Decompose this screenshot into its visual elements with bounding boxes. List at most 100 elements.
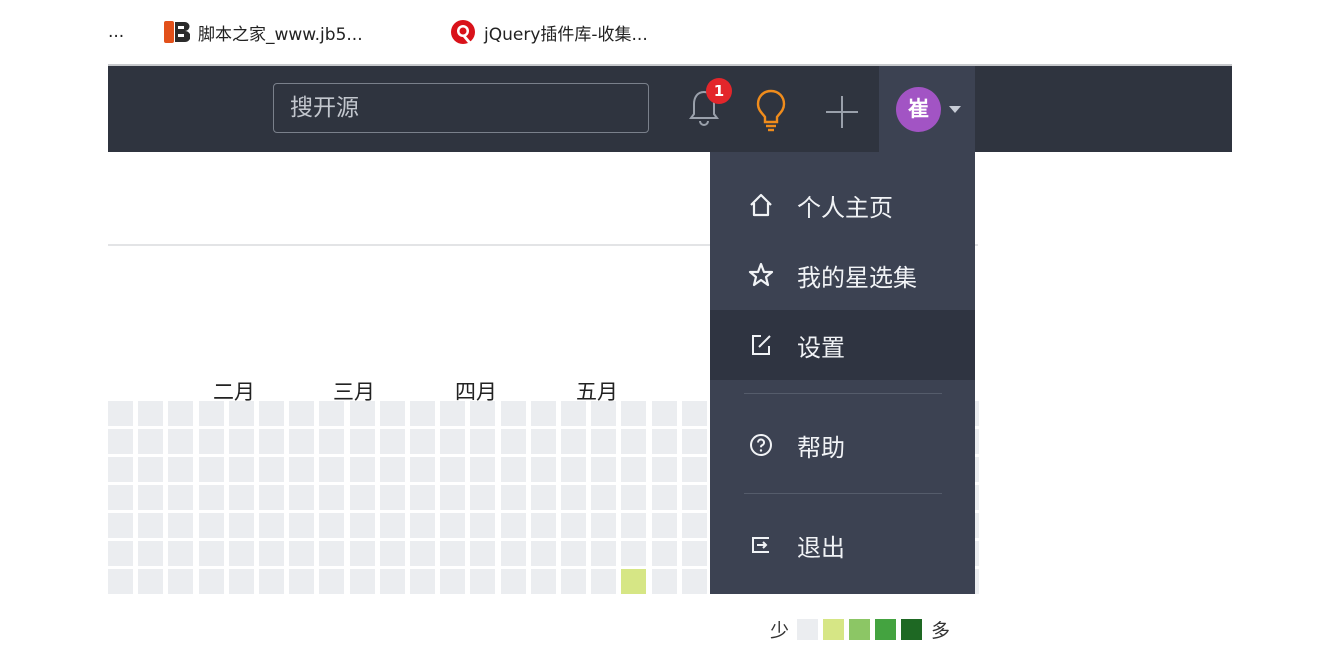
calendar-cell bbox=[621, 513, 646, 538]
caret-down-icon[interactable] bbox=[949, 106, 961, 113]
calendar-cell bbox=[199, 485, 224, 510]
calendar-cell bbox=[380, 485, 405, 510]
menu-item-label: 退出 bbox=[797, 533, 845, 562]
menu-item-starred[interactable]: 我的星选集 bbox=[710, 240, 975, 310]
calendar-cell bbox=[289, 569, 314, 594]
avatar[interactable]: 崔 bbox=[896, 87, 941, 132]
calendar-cell bbox=[289, 401, 314, 426]
lightbulb-icon[interactable] bbox=[754, 88, 788, 132]
calendar-cell bbox=[380, 569, 405, 594]
calendar-cell bbox=[591, 541, 616, 566]
menu-item-label: 个人主页 bbox=[797, 193, 893, 222]
home-icon bbox=[747, 191, 775, 219]
calendar-cell bbox=[199, 429, 224, 454]
bookmark-overflow-label: ... bbox=[108, 22, 125, 42]
calendar-cell bbox=[470, 569, 495, 594]
calendar-cell bbox=[168, 457, 193, 482]
calendar-cell bbox=[440, 513, 465, 538]
calendar-cell bbox=[108, 429, 133, 454]
calendar-cell bbox=[561, 429, 586, 454]
legend-swatch bbox=[901, 618, 923, 640]
calendar-cell bbox=[440, 429, 465, 454]
calendar-cell bbox=[410, 485, 435, 510]
calendar-cell bbox=[501, 457, 526, 482]
calendar-cell bbox=[410, 513, 435, 538]
menu-item-logout[interactable]: 退出 bbox=[710, 510, 975, 580]
calendar-cell bbox=[138, 569, 163, 594]
calendar-cell bbox=[501, 541, 526, 566]
calendar-cell bbox=[380, 457, 405, 482]
calendar-cell bbox=[289, 429, 314, 454]
calendar-cell bbox=[652, 457, 677, 482]
calendar-cell bbox=[561, 569, 586, 594]
menu-item-profile[interactable]: 个人主页 bbox=[710, 170, 975, 240]
star-icon bbox=[747, 261, 775, 289]
calendar-cell bbox=[229, 457, 254, 482]
calendar-cell bbox=[138, 429, 163, 454]
calendar-cell bbox=[259, 401, 284, 426]
calendar-cell bbox=[501, 401, 526, 426]
calendar-cell bbox=[350, 457, 375, 482]
calendar-cell bbox=[168, 569, 193, 594]
calendar-cell bbox=[108, 541, 133, 566]
calendar-cell bbox=[591, 401, 616, 426]
calendar-cell bbox=[621, 485, 646, 510]
calendar-cell bbox=[682, 485, 707, 510]
user-dropdown-menu: 个人主页 我的星选集 设置 帮助 退出 bbox=[710, 152, 975, 594]
calendar-cell bbox=[440, 541, 465, 566]
calendar-cell bbox=[380, 401, 405, 426]
calendar-cell bbox=[591, 569, 616, 594]
calendar-cell bbox=[259, 513, 284, 538]
calendar-cell bbox=[199, 541, 224, 566]
calendar-cell bbox=[470, 485, 495, 510]
calendar-cell bbox=[229, 513, 254, 538]
calendar-cell bbox=[229, 401, 254, 426]
user-menu-trigger[interactable]: 崔 bbox=[879, 66, 975, 152]
calendar-cell bbox=[652, 513, 677, 538]
legend-swatch bbox=[875, 618, 897, 640]
menu-item-help[interactable]: 帮助 bbox=[710, 410, 975, 480]
calendar-cell bbox=[350, 541, 375, 566]
bookmark-jquery[interactable]: jQuery插件库-收集... bbox=[450, 20, 648, 45]
jb51-logo-icon bbox=[164, 21, 191, 43]
bookmark-jb51[interactable]: 脚本之家_www.jb5... bbox=[164, 20, 363, 45]
calendar-cell bbox=[289, 457, 314, 482]
calendar-cell bbox=[350, 513, 375, 538]
calendar-cell bbox=[108, 485, 133, 510]
calendar-cell bbox=[138, 485, 163, 510]
calendar-cell bbox=[259, 541, 284, 566]
legend-less-label: 少 bbox=[770, 619, 790, 642]
calendar-cell bbox=[591, 485, 616, 510]
calendar-cell bbox=[561, 457, 586, 482]
calendar-cell bbox=[561, 401, 586, 426]
calendar-cell bbox=[350, 485, 375, 510]
calendar-cell bbox=[591, 513, 616, 538]
calendar-cell bbox=[199, 569, 224, 594]
calendar-cell bbox=[380, 541, 405, 566]
menu-divider bbox=[744, 393, 942, 394]
bookmark-overflow[interactable]: ... bbox=[108, 20, 124, 44]
search-input[interactable] bbox=[273, 83, 649, 133]
menu-item-label: 我的星选集 bbox=[797, 263, 917, 292]
plus-icon[interactable] bbox=[824, 94, 860, 130]
calendar-cell bbox=[470, 429, 495, 454]
calendar-cell bbox=[531, 541, 556, 566]
calendar-cell bbox=[440, 485, 465, 510]
calendar-cell bbox=[440, 457, 465, 482]
calendar-cell bbox=[199, 457, 224, 482]
notification-badge[interactable]: 1 bbox=[706, 78, 732, 104]
calendar-cell bbox=[682, 429, 707, 454]
calendar-cell bbox=[531, 401, 556, 426]
legend-more-label: 多 bbox=[931, 619, 951, 642]
calendar-cell bbox=[531, 569, 556, 594]
contribution-legend: 少 多 bbox=[770, 616, 950, 642]
calendar-cell bbox=[229, 541, 254, 566]
bookmarks-bar: ... 脚本之家_www.jb5... jQuery插件库-收集... bbox=[0, 0, 1317, 64]
calendar-cell bbox=[621, 569, 646, 594]
calendar-cell bbox=[470, 541, 495, 566]
calendar-cell bbox=[229, 429, 254, 454]
calendar-cell bbox=[501, 513, 526, 538]
calendar-cell bbox=[108, 569, 133, 594]
menu-item-settings[interactable]: 设置 bbox=[710, 310, 975, 380]
calendar-cell bbox=[531, 429, 556, 454]
